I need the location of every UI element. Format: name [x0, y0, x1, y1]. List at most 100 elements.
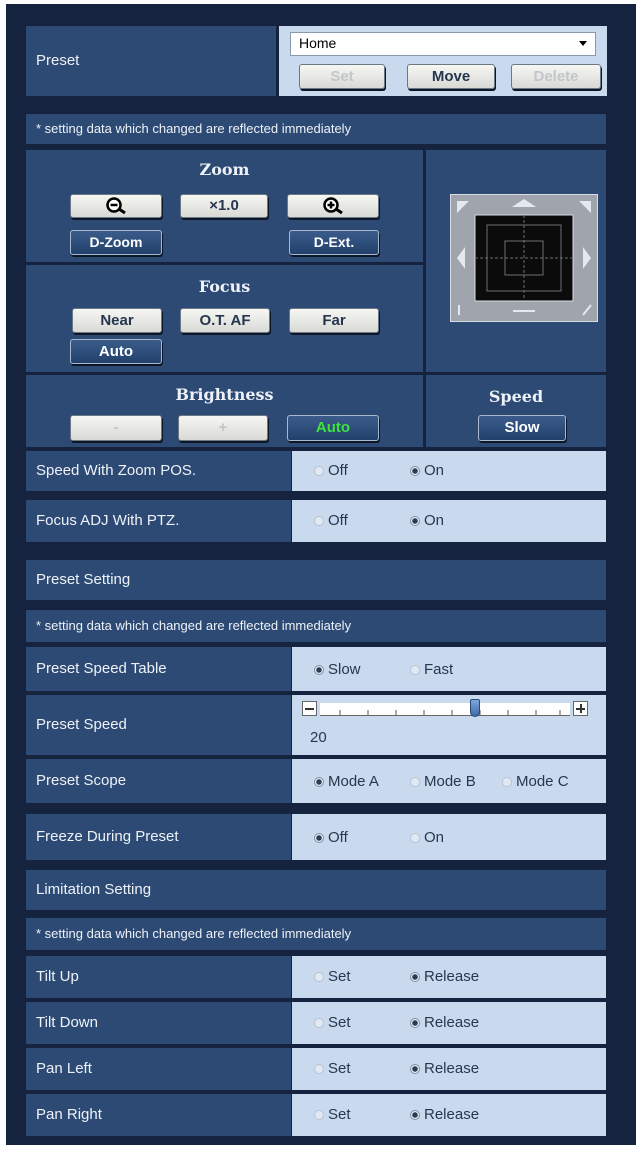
pan-right-row: Pan Right: [26, 1094, 291, 1136]
d-ext-button[interactable]: D-Ext.: [289, 230, 379, 255]
radio-label: Fast: [424, 661, 454, 678]
brightness-plus-button[interactable]: +: [178, 415, 268, 441]
preset-speed-table-label: Preset Speed Table: [36, 660, 167, 677]
preset-speed-label: Preset Speed: [36, 716, 127, 733]
preset-scope-row: Preset Scope: [26, 759, 291, 803]
radio-label: Release: [424, 1014, 480, 1031]
speed-zoom-pos-options: Off On: [292, 451, 606, 491]
radio-release[interactable]: Release: [410, 1060, 479, 1077]
radio-icon: [314, 466, 324, 477]
notice-bar: * setting data which changed are reflect…: [26, 114, 606, 144]
radio-label: Release: [424, 1106, 480, 1123]
pan-tilt-section: [426, 150, 606, 372]
brightness-section: Brightness - + Auto: [26, 375, 423, 447]
delete-button[interactable]: Delete: [511, 64, 601, 89]
preset-speed-table-row: Preset Speed Table: [26, 647, 291, 691]
freeze-during-preset-row: Freeze During Preset: [26, 814, 291, 860]
radio-label: On: [424, 829, 445, 846]
brightness-auto-button[interactable]: Auto: [287, 415, 379, 441]
radio-selected-icon: [314, 777, 324, 788]
radio-on[interactable]: On: [410, 462, 444, 479]
ot-af-button[interactable]: O.T. AF: [180, 308, 270, 333]
radio-label: On: [424, 512, 445, 529]
slider-ticks: [339, 710, 561, 715]
zoom-in-button[interactable]: [287, 194, 379, 218]
radio-fast[interactable]: Fast: [410, 661, 453, 678]
zoom-title: Zoom: [199, 160, 250, 179]
pan-left-row: Pan Left: [26, 1048, 291, 1090]
radio-selected-icon: [410, 1110, 420, 1121]
radio-mode-a[interactable]: Mode A: [314, 773, 379, 790]
radio-icon: [314, 516, 324, 527]
camera-control-panel: Preset Home Set Move Delete * setting da…: [6, 4, 636, 1145]
speed-button[interactable]: Slow: [478, 415, 566, 441]
limitation-setting-notice: * setting data which changed are reflect…: [26, 918, 606, 950]
focus-adj-ptz-options: Off On: [292, 500, 606, 542]
zoom-out-icon: [106, 197, 126, 215]
slider-minus-icon[interactable]: [302, 701, 317, 716]
radio-set[interactable]: Set: [314, 1014, 351, 1031]
preset-label: Preset: [36, 52, 80, 69]
speed-zoom-pos-row: Speed With Zoom POS.: [26, 451, 291, 491]
radio-off[interactable]: Off: [314, 462, 348, 479]
radio-off[interactable]: Off: [314, 829, 348, 846]
radio-slow[interactable]: Slow: [314, 661, 361, 678]
radio-icon: [410, 833, 420, 844]
zoom-out-button[interactable]: [70, 194, 162, 218]
brightness-minus-button[interactable]: -: [70, 415, 162, 441]
slider-thumb[interactable]: [470, 699, 480, 717]
zoom-value-button[interactable]: ×1.0: [180, 194, 268, 218]
radio-selected-icon: [314, 833, 324, 844]
radio-on[interactable]: On: [410, 512, 444, 529]
speed-zoom-pos-label: Speed With Zoom POS.: [36, 462, 197, 479]
radio-mode-b[interactable]: Mode B: [410, 773, 476, 790]
radio-mode-c[interactable]: Mode C: [502, 773, 569, 790]
radio-release[interactable]: Release: [410, 1014, 479, 1031]
far-button[interactable]: Far: [289, 308, 379, 333]
pan-tilt-pad[interactable]: [450, 194, 598, 322]
tilt-down-row: Tilt Down: [26, 1002, 291, 1044]
preset-select[interactable]: Home: [290, 32, 596, 56]
chevron-down-icon: [579, 41, 587, 46]
near-button[interactable]: Near: [72, 308, 162, 333]
radio-label: Mode C: [516, 773, 569, 790]
preset-setting-header: Preset Setting: [26, 560, 606, 600]
preset-speed-slider[interactable]: [302, 699, 592, 719]
speed-section: Speed Slow: [426, 375, 606, 447]
radio-label: Release: [424, 968, 480, 985]
focus-adj-ptz-row: Focus ADJ With PTZ.: [26, 500, 291, 542]
preset-speed-table-options: Slow Fast: [292, 647, 606, 691]
radio-icon: [314, 1110, 324, 1121]
tilt-down-options: Set Release: [292, 1002, 606, 1044]
radio-on[interactable]: On: [410, 829, 444, 846]
radio-icon: [502, 777, 512, 788]
pan-left-options: Set Release: [292, 1048, 606, 1090]
radio-set[interactable]: Set: [314, 1106, 351, 1123]
notice-text: * setting data which changed are reflect…: [36, 121, 352, 136]
d-zoom-button[interactable]: D-Zoom: [70, 230, 162, 255]
move-button[interactable]: Move: [407, 64, 495, 89]
preset-row: Preset: [26, 26, 276, 96]
radio-selected-icon: [410, 516, 420, 527]
radio-icon: [314, 1018, 324, 1029]
radio-icon: [314, 1064, 324, 1075]
tilt-up-row: Tilt Up: [26, 956, 291, 998]
radio-label: Off: [328, 512, 348, 529]
slider-plus-icon[interactable]: [573, 701, 588, 716]
radio-set[interactable]: Set: [314, 1060, 351, 1077]
set-button[interactable]: Set: [299, 64, 385, 89]
focus-section: Focus Near O.T. AF Far Auto: [26, 265, 423, 372]
radio-set[interactable]: Set: [314, 968, 351, 985]
preset-scope-label: Preset Scope: [36, 772, 127, 789]
radio-off[interactable]: Off: [314, 512, 348, 529]
tilt-up-label: Tilt Up: [36, 968, 79, 985]
radio-selected-icon: [410, 1018, 420, 1029]
pan-right-label: Pan Right: [36, 1106, 102, 1123]
radio-release[interactable]: Release: [410, 968, 479, 985]
radio-label: Set: [328, 968, 351, 985]
brightness-title: Brightness: [175, 385, 274, 404]
preset-select-value: Home: [299, 35, 337, 51]
focus-auto-button[interactable]: Auto: [70, 339, 162, 364]
radio-release[interactable]: Release: [410, 1106, 479, 1123]
radio-label: Mode B: [424, 773, 476, 790]
